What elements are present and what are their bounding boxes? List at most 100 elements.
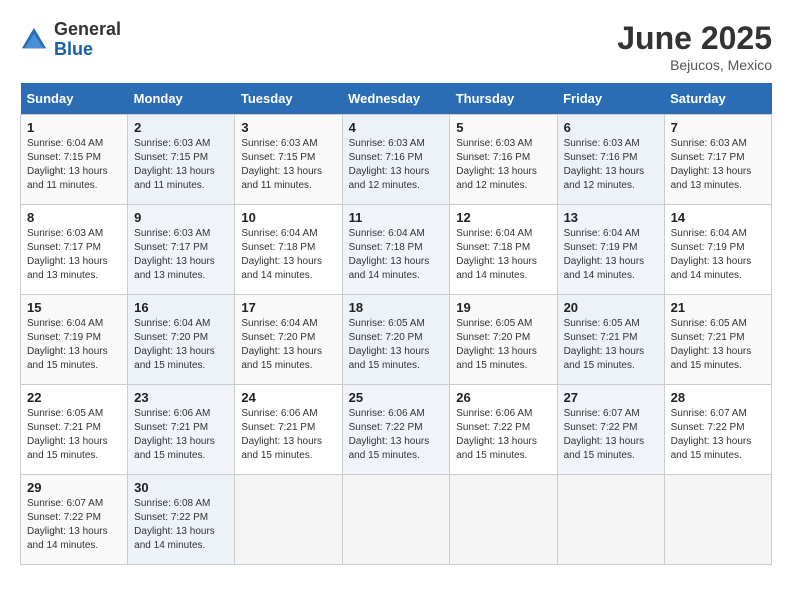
col-saturday: Saturday bbox=[664, 83, 771, 115]
calendar-cell bbox=[664, 475, 771, 565]
day-info: Sunrise: 6:05 AMSunset: 7:20 PMDaylight:… bbox=[456, 318, 537, 371]
calendar-cell: 2 Sunrise: 6:03 AMSunset: 7:15 PMDayligh… bbox=[128, 115, 235, 205]
calendar-week-3: 15 Sunrise: 6:04 AMSunset: 7:19 PMDaylig… bbox=[21, 295, 772, 385]
calendar-cell bbox=[557, 475, 664, 565]
calendar-cell: 16 Sunrise: 6:04 AMSunset: 7:20 PMDaylig… bbox=[128, 295, 235, 385]
day-info: Sunrise: 6:03 AMSunset: 7:15 PMDaylight:… bbox=[134, 138, 215, 191]
day-info: Sunrise: 6:06 AMSunset: 7:22 PMDaylight:… bbox=[456, 408, 537, 461]
day-number: 23 bbox=[134, 390, 228, 405]
day-number: 17 bbox=[241, 300, 335, 315]
calendar-cell: 14 Sunrise: 6:04 AMSunset: 7:19 PMDaylig… bbox=[664, 205, 771, 295]
day-number: 4 bbox=[349, 120, 444, 135]
month-title: June 2025 bbox=[617, 20, 772, 57]
day-info: Sunrise: 6:04 AMSunset: 7:20 PMDaylight:… bbox=[241, 318, 322, 371]
day-number: 24 bbox=[241, 390, 335, 405]
calendar-cell: 1 Sunrise: 6:04 AMSunset: 7:15 PMDayligh… bbox=[21, 115, 128, 205]
calendar-cell: 30 Sunrise: 6:08 AMSunset: 7:22 PMDaylig… bbox=[128, 475, 235, 565]
col-thursday: Thursday bbox=[450, 83, 557, 115]
day-info: Sunrise: 6:03 AMSunset: 7:16 PMDaylight:… bbox=[456, 138, 537, 191]
calendar-cell: 20 Sunrise: 6:05 AMSunset: 7:21 PMDaylig… bbox=[557, 295, 664, 385]
logo: General Blue bbox=[20, 20, 121, 60]
col-friday: Friday bbox=[557, 83, 664, 115]
day-number: 11 bbox=[349, 210, 444, 225]
day-info: Sunrise: 6:08 AMSunset: 7:22 PMDaylight:… bbox=[134, 498, 215, 551]
day-info: Sunrise: 6:04 AMSunset: 7:18 PMDaylight:… bbox=[456, 228, 537, 281]
day-number: 5 bbox=[456, 120, 550, 135]
day-number: 2 bbox=[134, 120, 228, 135]
day-number: 10 bbox=[241, 210, 335, 225]
day-number: 8 bbox=[27, 210, 121, 225]
calendar-cell: 12 Sunrise: 6:04 AMSunset: 7:18 PMDaylig… bbox=[450, 205, 557, 295]
day-number: 26 bbox=[456, 390, 550, 405]
day-number: 6 bbox=[564, 120, 658, 135]
day-number: 16 bbox=[134, 300, 228, 315]
day-number: 29 bbox=[27, 480, 121, 495]
day-number: 20 bbox=[564, 300, 658, 315]
calendar-week-4: 22 Sunrise: 6:05 AMSunset: 7:21 PMDaylig… bbox=[21, 385, 772, 475]
day-number: 13 bbox=[564, 210, 658, 225]
day-info: Sunrise: 6:06 AMSunset: 7:21 PMDaylight:… bbox=[134, 408, 215, 461]
day-info: Sunrise: 6:03 AMSunset: 7:16 PMDaylight:… bbox=[349, 138, 430, 191]
calendar-cell: 15 Sunrise: 6:04 AMSunset: 7:19 PMDaylig… bbox=[21, 295, 128, 385]
calendar-cell: 17 Sunrise: 6:04 AMSunset: 7:20 PMDaylig… bbox=[235, 295, 342, 385]
day-number: 3 bbox=[241, 120, 335, 135]
calendar-cell: 27 Sunrise: 6:07 AMSunset: 7:22 PMDaylig… bbox=[557, 385, 664, 475]
day-info: Sunrise: 6:07 AMSunset: 7:22 PMDaylight:… bbox=[671, 408, 752, 461]
calendar-cell: 5 Sunrise: 6:03 AMSunset: 7:16 PMDayligh… bbox=[450, 115, 557, 205]
calendar-cell: 28 Sunrise: 6:07 AMSunset: 7:22 PMDaylig… bbox=[664, 385, 771, 475]
day-info: Sunrise: 6:04 AMSunset: 7:18 PMDaylight:… bbox=[349, 228, 430, 281]
page-header: General Blue June 2025 Bejucos, Mexico bbox=[20, 20, 772, 73]
header-row: Sunday Monday Tuesday Wednesday Thursday… bbox=[21, 83, 772, 115]
calendar-cell: 7 Sunrise: 6:03 AMSunset: 7:17 PMDayligh… bbox=[664, 115, 771, 205]
calendar-cell bbox=[450, 475, 557, 565]
day-number: 19 bbox=[456, 300, 550, 315]
day-number: 7 bbox=[671, 120, 765, 135]
calendar-cell: 9 Sunrise: 6:03 AMSunset: 7:17 PMDayligh… bbox=[128, 205, 235, 295]
col-monday: Monday bbox=[128, 83, 235, 115]
day-info: Sunrise: 6:05 AMSunset: 7:21 PMDaylight:… bbox=[564, 318, 645, 371]
day-number: 15 bbox=[27, 300, 121, 315]
day-info: Sunrise: 6:03 AMSunset: 7:16 PMDaylight:… bbox=[564, 138, 645, 191]
logo-blue-text: Blue bbox=[54, 39, 93, 59]
calendar-cell: 19 Sunrise: 6:05 AMSunset: 7:20 PMDaylig… bbox=[450, 295, 557, 385]
day-info: Sunrise: 6:07 AMSunset: 7:22 PMDaylight:… bbox=[564, 408, 645, 461]
day-number: 1 bbox=[27, 120, 121, 135]
calendar-cell: 24 Sunrise: 6:06 AMSunset: 7:21 PMDaylig… bbox=[235, 385, 342, 475]
day-info: Sunrise: 6:07 AMSunset: 7:22 PMDaylight:… bbox=[27, 498, 108, 551]
calendar-cell: 29 Sunrise: 6:07 AMSunset: 7:22 PMDaylig… bbox=[21, 475, 128, 565]
calendar-week-5: 29 Sunrise: 6:07 AMSunset: 7:22 PMDaylig… bbox=[21, 475, 772, 565]
calendar-week-2: 8 Sunrise: 6:03 AMSunset: 7:17 PMDayligh… bbox=[21, 205, 772, 295]
day-number: 25 bbox=[349, 390, 444, 405]
calendar-cell: 13 Sunrise: 6:04 AMSunset: 7:19 PMDaylig… bbox=[557, 205, 664, 295]
day-info: Sunrise: 6:04 AMSunset: 7:19 PMDaylight:… bbox=[27, 318, 108, 371]
day-info: Sunrise: 6:04 AMSunset: 7:19 PMDaylight:… bbox=[671, 228, 752, 281]
title-section: June 2025 Bejucos, Mexico bbox=[617, 20, 772, 73]
calendar-cell: 8 Sunrise: 6:03 AMSunset: 7:17 PMDayligh… bbox=[21, 205, 128, 295]
calendar-cell: 25 Sunrise: 6:06 AMSunset: 7:22 PMDaylig… bbox=[342, 385, 450, 475]
day-number: 30 bbox=[134, 480, 228, 495]
calendar-cell: 4 Sunrise: 6:03 AMSunset: 7:16 PMDayligh… bbox=[342, 115, 450, 205]
day-info: Sunrise: 6:04 AMSunset: 7:15 PMDaylight:… bbox=[27, 138, 108, 191]
day-info: Sunrise: 6:03 AMSunset: 7:17 PMDaylight:… bbox=[27, 228, 108, 281]
day-info: Sunrise: 6:06 AMSunset: 7:22 PMDaylight:… bbox=[349, 408, 430, 461]
calendar-cell bbox=[235, 475, 342, 565]
calendar-week-1: 1 Sunrise: 6:04 AMSunset: 7:15 PMDayligh… bbox=[21, 115, 772, 205]
day-number: 21 bbox=[671, 300, 765, 315]
calendar-cell: 10 Sunrise: 6:04 AMSunset: 7:18 PMDaylig… bbox=[235, 205, 342, 295]
col-sunday: Sunday bbox=[21, 83, 128, 115]
day-info: Sunrise: 6:05 AMSunset: 7:20 PMDaylight:… bbox=[349, 318, 430, 371]
calendar-cell: 6 Sunrise: 6:03 AMSunset: 7:16 PMDayligh… bbox=[557, 115, 664, 205]
day-info: Sunrise: 6:03 AMSunset: 7:17 PMDaylight:… bbox=[671, 138, 752, 191]
day-info: Sunrise: 6:04 AMSunset: 7:18 PMDaylight:… bbox=[241, 228, 322, 281]
day-info: Sunrise: 6:04 AMSunset: 7:20 PMDaylight:… bbox=[134, 318, 215, 371]
calendar-cell: 26 Sunrise: 6:06 AMSunset: 7:22 PMDaylig… bbox=[450, 385, 557, 475]
location-text: Bejucos, Mexico bbox=[617, 57, 772, 73]
day-info: Sunrise: 6:04 AMSunset: 7:19 PMDaylight:… bbox=[564, 228, 645, 281]
day-number: 18 bbox=[349, 300, 444, 315]
calendar-cell: 3 Sunrise: 6:03 AMSunset: 7:15 PMDayligh… bbox=[235, 115, 342, 205]
day-info: Sunrise: 6:03 AMSunset: 7:17 PMDaylight:… bbox=[134, 228, 215, 281]
calendar-table: Sunday Monday Tuesday Wednesday Thursday… bbox=[20, 83, 772, 565]
calendar-cell: 18 Sunrise: 6:05 AMSunset: 7:20 PMDaylig… bbox=[342, 295, 450, 385]
day-info: Sunrise: 6:03 AMSunset: 7:15 PMDaylight:… bbox=[241, 138, 322, 191]
col-tuesday: Tuesday bbox=[235, 83, 342, 115]
